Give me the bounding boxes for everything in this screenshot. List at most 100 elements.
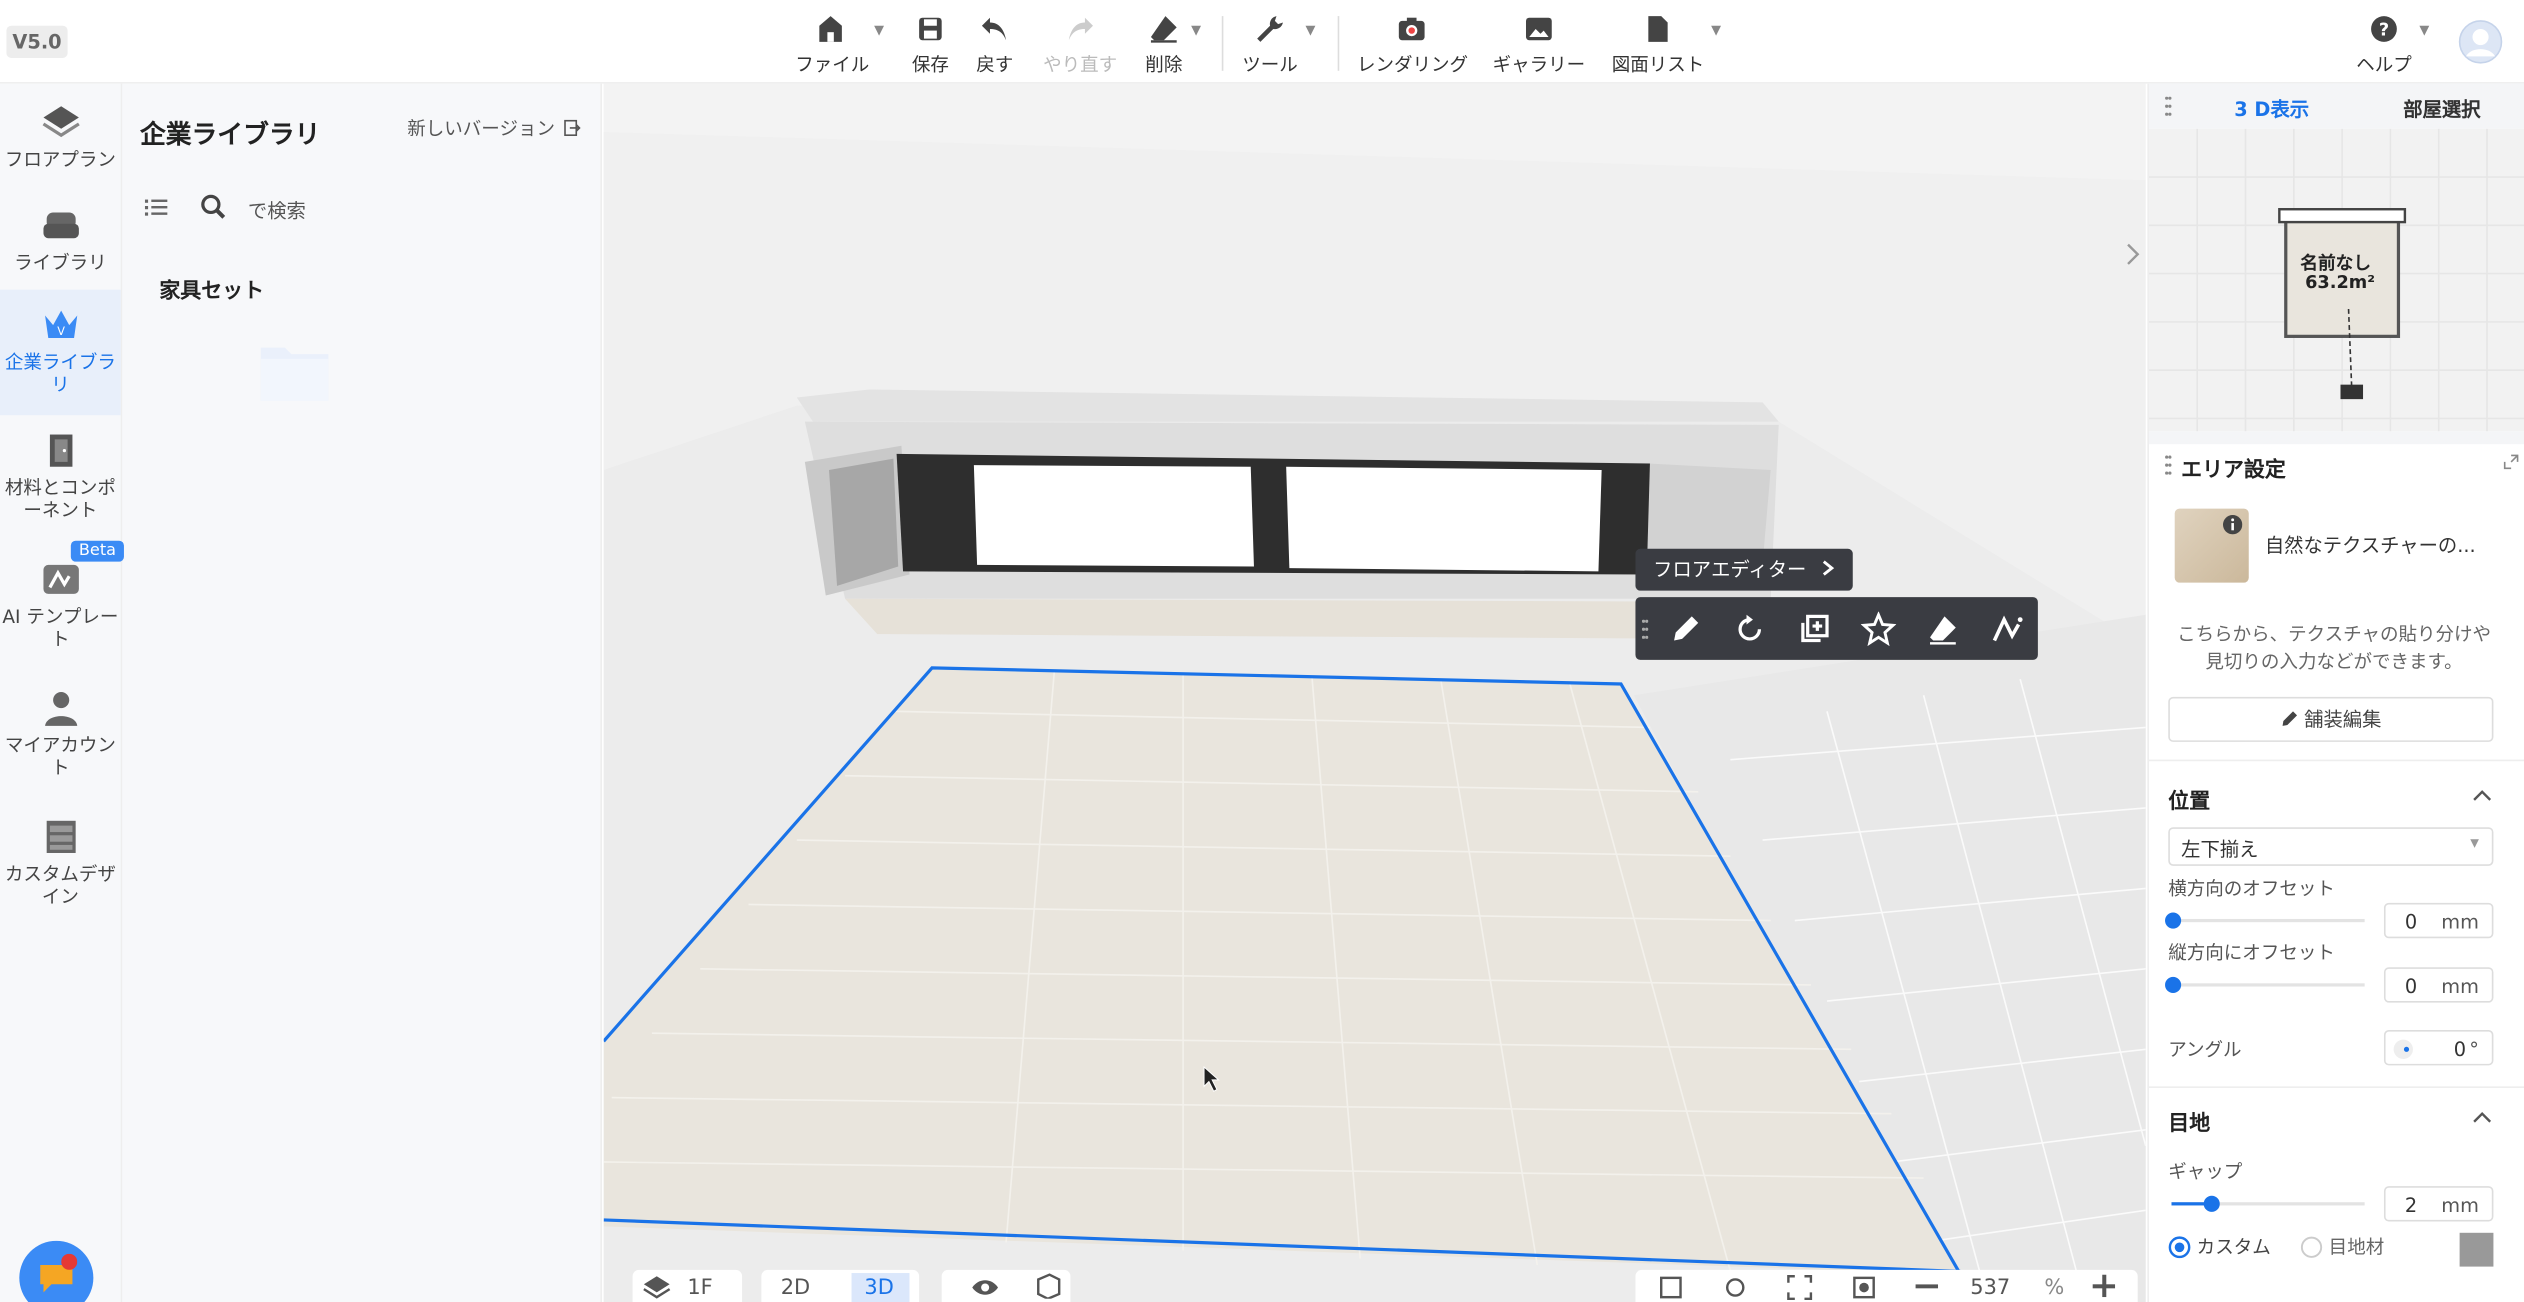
wrench-icon: [1257, 16, 1283, 42]
horizontal-offset-input[interactable]: 0 mm: [2383, 902, 2494, 939]
list-view-icon[interactable]: [144, 196, 168, 219]
person-icon: [44, 692, 77, 726]
nav-library[interactable]: ライブラリ: [0, 206, 121, 274]
slider-knob[interactable]: [2165, 912, 2182, 929]
slider-knob[interactable]: [2165, 976, 2182, 993]
save-button[interactable]: 保存: [906, 13, 954, 76]
drawing-list-dropdown-caret[interactable]: ▼: [1711, 23, 1721, 37]
user-avatar[interactable]: [2458, 19, 2503, 64]
gap-input[interactable]: 2 mm: [2383, 1186, 2494, 1222]
duplicate-icon[interactable]: [1796, 612, 1831, 647]
drag-handle-icon[interactable]: [2165, 455, 2172, 475]
chevron-up-icon[interactable]: [2472, 789, 2492, 802]
section-divider: [2148, 759, 2524, 762]
top-toolbar: V5.0 ファイル ▼ 保存 戻す やり直す 削除 ▼ ツール ▼ レンダリング…: [0, 0, 2524, 84]
paving-edit-button[interactable]: 舗装編集: [2168, 696, 2494, 742]
vertical-offset-input[interactable]: 0 mm: [2383, 967, 2494, 1003]
notification-badge: [61, 1253, 78, 1270]
focus-icon[interactable]: [1787, 1275, 1813, 1301]
nav-custom-design[interactable]: カスタムデザイン: [0, 818, 121, 908]
gap-label: ギャップ: [2168, 1160, 2243, 1183]
tools-dropdown-caret[interactable]: ▼: [1305, 23, 1315, 37]
view-tabs: 3 D表示 部屋選択: [2148, 83, 2524, 129]
mode-2d-button[interactable]: 2D: [781, 1276, 810, 1300]
ai-icon[interactable]: [1990, 612, 2025, 647]
drag-handle-icon[interactable]: [1641, 619, 1649, 639]
eye-icon[interactable]: [971, 1278, 1000, 1297]
vertical-offset-slider[interactable]: [2165, 976, 2365, 993]
document-icon: [1648, 16, 1668, 42]
sofa-icon: [42, 212, 79, 239]
rotate-icon[interactable]: [1732, 612, 1767, 647]
exit-icon: [564, 119, 582, 136]
zoom-value[interactable]: 537: [1970, 1276, 2010, 1300]
info-icon[interactable]: [2222, 515, 2243, 535]
texture-name: 自然なテクスチャーの...: [2264, 534, 2476, 557]
help-button[interactable]: ? ヘルプ: [2353, 13, 2414, 76]
mode-3d-button[interactable]: 3D: [851, 1273, 910, 1302]
chevron-up-icon[interactable]: [2472, 1110, 2492, 1123]
rendering-button[interactable]: レンダリング: [1357, 13, 1468, 76]
tab-room-select[interactable]: 部屋選択: [2403, 95, 2480, 122]
delete-button[interactable]: 削除: [1140, 13, 1188, 76]
folder-icon[interactable]: [259, 341, 330, 402]
toolbar-divider: [1221, 16, 1224, 71]
horizontal-offset-slider[interactable]: [2165, 912, 2365, 929]
toolbar-divider: [1337, 16, 1340, 71]
drawing-list-button[interactable]: 図面リスト: [1610, 13, 1707, 76]
section-divider: [2148, 431, 2524, 445]
angle-dial-icon[interactable]: [2392, 1038, 2415, 1061]
tab-3d-view[interactable]: 3 D表示: [2234, 95, 2309, 122]
fit-icon[interactable]: [1658, 1275, 1684, 1301]
layers-icon: [643, 1276, 671, 1299]
nav-floorplan[interactable]: フロアプラン: [0, 103, 121, 171]
help-icon: ?: [2371, 16, 2397, 42]
tools-button[interactable]: ツール: [1241, 13, 1299, 76]
help-dropdown-caret[interactable]: ▼: [2419, 23, 2429, 37]
3d-viewport[interactable]: フロアエディター 1F 2D 3D 537 %: [603, 83, 2146, 1302]
door-icon: [49, 434, 72, 467]
library-search-bar: で検索: [138, 187, 585, 229]
redo-button[interactable]: やり直す: [1043, 13, 1117, 76]
angle-input[interactable]: 0 °: [2383, 1030, 2494, 1066]
gap-slider[interactable]: [2171, 1195, 2365, 1212]
crown-icon: V: [44, 310, 77, 338]
floor-editor-button[interactable]: フロアエディター: [1635, 548, 1853, 591]
beta-badge: Beta: [70, 540, 125, 562]
slider-knob[interactable]: [2203, 1195, 2220, 1212]
save-icon: [919, 17, 942, 41]
3d-scene[interactable]: [603, 83, 2146, 1302]
joint-color-swatch[interactable]: [2459, 1232, 2494, 1267]
pencil-icon[interactable]: [1668, 612, 1703, 647]
custom-radio[interactable]: カスタム: [2168, 1234, 2271, 1260]
joint-material-radio[interactable]: 目地材: [2300, 1234, 2384, 1260]
gallery-button[interactable]: ギャラリー: [1492, 13, 1585, 76]
room-area: 63.2m²: [2305, 271, 2375, 293]
furniture-set-heading: 家具セット: [159, 280, 265, 305]
undo-button[interactable]: 戻す: [971, 13, 1019, 76]
zoom-out-icon[interactable]: [1915, 1284, 1939, 1289]
zoom-unit: %: [2044, 1276, 2065, 1301]
star-icon[interactable]: [1860, 611, 1897, 647]
nav-ai-template[interactable]: AI テンプレート: [0, 560, 121, 650]
minimap[interactable]: 名前なし 63.2m²: [2148, 128, 2524, 432]
screenshot-icon[interactable]: [1851, 1275, 1877, 1301]
delete-dropdown-caret[interactable]: ▼: [1191, 23, 1201, 37]
file-button[interactable]: ファイル: [795, 13, 869, 76]
search-input[interactable]: で検索: [248, 196, 306, 223]
expand-icon[interactable]: [2503, 454, 2519, 470]
cube-icon[interactable]: [1035, 1273, 1061, 1299]
right-panel: 3 D表示 部屋選択 名前なし 63.2m² エリア設定 自然なテクスチャーの.…: [2147, 83, 2524, 1302]
file-dropdown-caret[interactable]: ▼: [874, 23, 884, 37]
floor-selector[interactable]: 1F: [632, 1269, 743, 1302]
alignment-select[interactable]: 左下揃え ▼: [2168, 827, 2494, 866]
drag-handle-icon[interactable]: [2165, 96, 2172, 116]
nav-enterprise-library[interactable]: V 企業ライブラリ: [0, 289, 121, 416]
eraser-icon[interactable]: [1925, 612, 1960, 647]
zoom-in-icon[interactable]: [2092, 1274, 2116, 1298]
nav-materials[interactable]: 材料とコンポーネント: [0, 431, 121, 521]
new-version-link[interactable]: 新しいバージョン: [407, 116, 582, 142]
search-icon[interactable]: [200, 193, 227, 220]
nav-my-account[interactable]: マイアカウント: [0, 689, 121, 779]
settings-icon[interactable]: [1722, 1275, 1748, 1301]
